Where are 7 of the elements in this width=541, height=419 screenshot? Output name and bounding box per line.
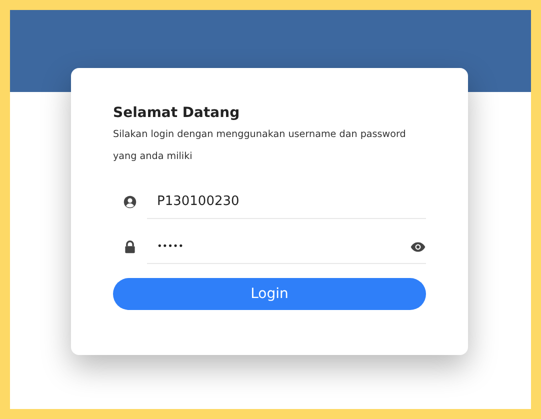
- username-field[interactable]: P130100230: [147, 185, 426, 219]
- lock-icon: [123, 240, 137, 254]
- card-subtitle: Silakan login dengan menggunakan username dan password yang anda miliki: [113, 128, 407, 164]
- card-title: Selamat Datang: [113, 105, 241, 121]
- eye-icon[interactable]: [410, 241, 426, 253]
- login-button[interactable]: Login: [113, 278, 426, 310]
- user-icon: [123, 195, 137, 209]
